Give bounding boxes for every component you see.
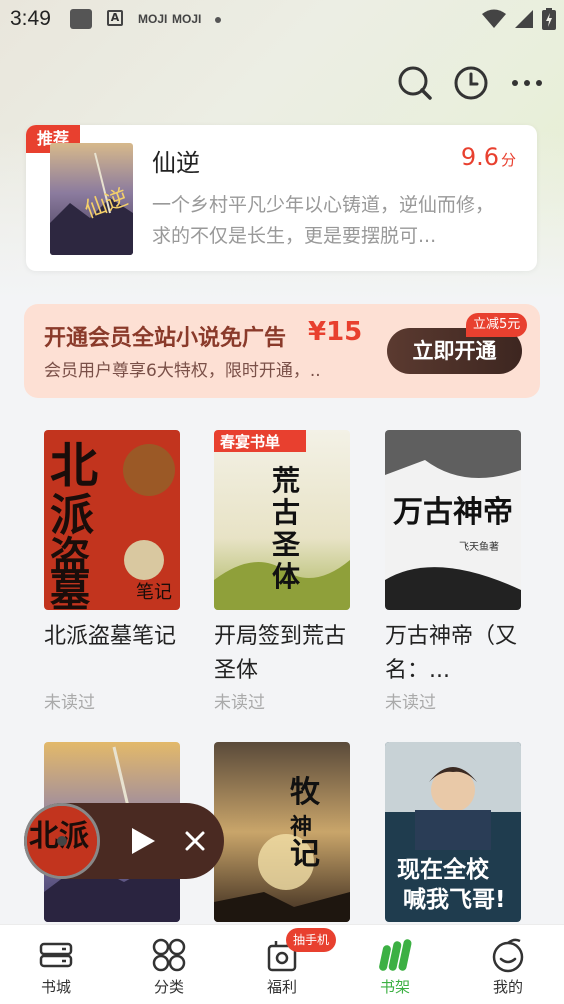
svg-text:北: 北 xyxy=(50,438,98,494)
history-clock-icon[interactable] xyxy=(453,65,489,101)
bookstore-icon xyxy=(39,942,73,968)
play-icon[interactable] xyxy=(129,826,157,856)
player-cover-disc[interactable]: 北派 xyxy=(24,803,100,879)
nav-label: 书城 xyxy=(40,978,71,996)
book-read-status: 未读过 xyxy=(214,693,265,713)
nav-label: 福利 xyxy=(266,978,297,996)
nav-item-bookstore[interactable]: 书城 xyxy=(0,925,112,1004)
notification-app-icon xyxy=(70,9,92,29)
search-icon[interactable] xyxy=(397,65,433,101)
book-item[interactable]: 北 派 盗 墓 笔记 北派盗墓笔记 未读过 xyxy=(44,430,180,713)
vip-discount-tag: 立减5元 xyxy=(466,313,528,337)
status-bar: 3:49 A MOJI MOJI xyxy=(0,0,564,40)
book-cover[interactable]: 北 派 盗 墓 笔记 xyxy=(44,430,180,610)
book-read-status: 未读过 xyxy=(385,693,436,713)
nav-label: 我的 xyxy=(492,978,523,996)
book-item[interactable]: 万古神帝 飞天鱼著 万古神帝（又名：... 未读过 xyxy=(385,430,521,713)
status-time: 3:49 xyxy=(10,7,51,30)
status-right-icons xyxy=(482,8,556,30)
close-icon[interactable] xyxy=(183,829,207,853)
book-read-status: 未读过 xyxy=(44,693,95,713)
book-cover[interactable]: 万古神帝 飞天鱼著 xyxy=(385,430,521,610)
signal-icon xyxy=(515,10,533,28)
book-item[interactable]: 春宴书单 荒 古 圣 体 开局签到荒古圣体 未读过 xyxy=(214,430,350,713)
notification-more-dot xyxy=(215,17,221,23)
svg-text:古: 古 xyxy=(272,496,300,529)
score-value: 9.6 xyxy=(460,143,499,171)
category-icon xyxy=(152,938,186,972)
recommend-description: 一个乡村平凡少年以心铸道，逆仙而修，求的不仅是长生，更是要摆脱可... xyxy=(152,194,495,247)
recommend-book-cover[interactable]: 仙逆 xyxy=(50,143,133,255)
notification-a-icon: A xyxy=(107,10,123,26)
book-title: 万古神帝（又名：... xyxy=(385,624,518,683)
book-item[interactable]: 牧 神 记 xyxy=(214,742,350,922)
svg-text:体: 体 xyxy=(272,560,301,593)
nav-label: 书架 xyxy=(379,978,410,996)
wifi-icon xyxy=(482,9,506,28)
recommend-title[interactable]: 仙逆 xyxy=(152,143,200,178)
nav-label: 分类 xyxy=(153,978,184,996)
book-title: 开局签到荒古圣体 xyxy=(214,624,347,683)
svg-text:牧: 牧 xyxy=(290,775,321,810)
nav-item-bookshelf[interactable]: 书架 xyxy=(339,925,451,1004)
svg-text:圣: 圣 xyxy=(272,528,301,561)
nav-item-profile[interactable]: 我的 xyxy=(452,925,564,1004)
profile-icon xyxy=(492,938,524,973)
svg-text:墓: 墓 xyxy=(50,569,91,610)
cover-tag: 春宴书单 xyxy=(220,433,280,451)
score-unit: 分 xyxy=(500,151,516,169)
battery-icon xyxy=(542,8,556,30)
book-cover[interactable]: 现在全校 喊我飞哥! xyxy=(385,742,521,922)
svg-text:北派: 北派 xyxy=(29,819,89,854)
book-cover[interactable]: 牧 神 记 xyxy=(214,742,350,922)
cover-author: 飞天鱼著 xyxy=(459,540,499,553)
recommend-score: 9.6 分 xyxy=(461,143,516,171)
notification-moji-icon: MOJI xyxy=(138,12,168,26)
vip-subtitle: 会员用户尊享6大特权，限时开通，.. xyxy=(44,361,321,381)
welfare-badge: 抽手机 xyxy=(286,928,337,952)
book-item[interactable]: 现在全校 喊我飞哥! xyxy=(385,742,521,922)
svg-text:笔记: 笔记 xyxy=(136,582,172,603)
vip-title: 开通会员全站小说免广告 xyxy=(44,326,287,351)
book-title: 北派盗墓笔记 xyxy=(44,624,177,649)
notification-moji-icon: MOJI xyxy=(172,12,202,26)
nav-item-category[interactable]: 分类 xyxy=(113,925,225,1004)
svg-text:记: 记 xyxy=(290,837,320,872)
svg-text:现在全校: 现在全校 xyxy=(397,856,490,883)
vip-price: ¥15 xyxy=(308,317,363,347)
bottom-navigation: 书城 分类 福利 书架 我的 xyxy=(0,924,564,1004)
more-icon[interactable] xyxy=(509,65,545,101)
svg-text:喊我飞哥!: 喊我飞哥! xyxy=(403,886,506,913)
book-cover[interactable]: 春宴书单 荒 古 圣 体 xyxy=(214,430,350,610)
bookshelf-icon xyxy=(379,939,412,971)
svg-text:荒: 荒 xyxy=(272,464,300,497)
svg-text:万古神帝: 万古神帝 xyxy=(393,495,513,530)
